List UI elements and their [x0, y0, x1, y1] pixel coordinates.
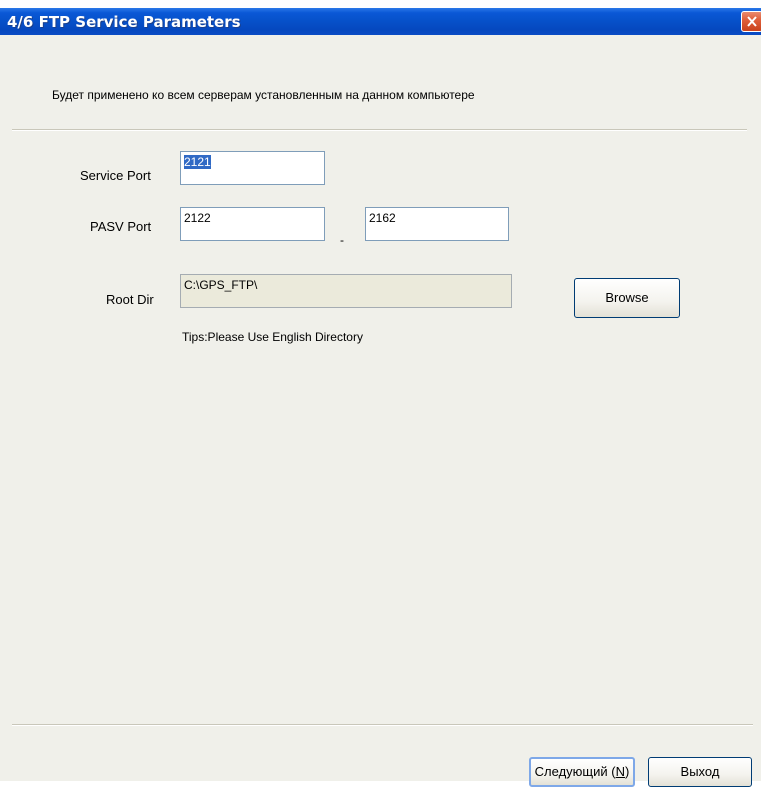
- close-button[interactable]: [741, 11, 761, 32]
- top-strip: [0, 0, 761, 8]
- browse-button[interactable]: Browse: [574, 278, 680, 318]
- dialog-window: 4/6 FTP Service Parameters Будет примене…: [0, 8, 761, 787]
- pasv-range-separator: -: [340, 233, 344, 247]
- service-port-label: Service Port: [80, 168, 151, 183]
- root-dir-label: Root Dir: [106, 292, 154, 307]
- bottom-separator: [12, 724, 753, 726]
- apply-notice: Будет применено ко всем серверам установ…: [52, 88, 475, 102]
- next-suffix: ): [624, 764, 630, 779]
- pasv-port-start-field[interactable]: 2122: [180, 207, 325, 241]
- service-port-value: 2121: [184, 155, 211, 169]
- pasv-port-start-value: 2122: [184, 211, 211, 225]
- root-dir-field: C:\GPS_FTP\: [180, 274, 512, 308]
- pasv-port-label: PASV Port: [90, 219, 152, 234]
- pasv-port-end-value: 2162: [369, 211, 396, 225]
- close-x-icon: [747, 16, 757, 27]
- next-label: Следующий (: [534, 764, 616, 779]
- next-button[interactable]: Следующий (N): [529, 757, 635, 787]
- next-mnemonic: N: [615, 764, 625, 779]
- root-dir-value: C:\GPS_FTP\: [184, 278, 258, 292]
- service-port-field[interactable]: 2121: [180, 151, 325, 185]
- tips-text: Tips:Please Use English Directory: [182, 330, 363, 344]
- title-bar[interactable]: 4/6 FTP Service Parameters: [0, 8, 761, 35]
- window-title: 4/6 FTP Service Parameters: [7, 13, 241, 31]
- exit-button[interactable]: Выход: [648, 757, 752, 787]
- pasv-port-end-field[interactable]: 2162: [365, 207, 509, 241]
- top-separator: [12, 129, 747, 131]
